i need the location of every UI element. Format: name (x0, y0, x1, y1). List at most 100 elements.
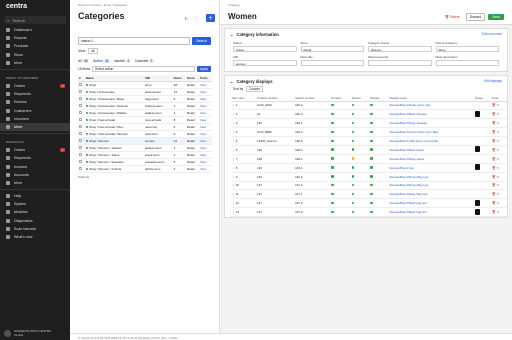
category-name[interactable]: Shop / Women / Jackets (84, 144, 145, 152)
display-name-link[interactable]: SweaterBrand Performance Gym Bag (388, 127, 474, 138)
edit-icon[interactable]: ✎ (497, 201, 500, 205)
sort-order[interactable]: ⋮ 8 (231, 163, 257, 173)
sidebar-item-scan-barcode[interactable]: Scan barcode (0, 225, 70, 233)
table-row[interactable]: Shop / Women / Jeans jeans-wom 4 Retail View (78, 151, 212, 159)
add-category-button[interactable]: + (206, 14, 215, 22)
table-row[interactable]: ⋮ 1 1013_1009 126-2 SweaterBrand Shade Viso… (231, 101, 507, 111)
edit-sort-order-link[interactable]: Edit sort order (482, 32, 502, 36)
category-name[interactable]: Shop / New arrivals / Men (84, 123, 145, 131)
edit-icon[interactable]: ✎ (497, 192, 500, 196)
search-input[interactable]: status:1 (78, 37, 191, 45)
edit-icon[interactable]: ✎ (497, 139, 500, 143)
table-row[interactable]: ⋮ 6 128 128-2 SweaterBrand Black jacket 🗑 ✎ (231, 145, 507, 155)
display-name-link[interactable]: SweaterBrand Brown Bag test (388, 181, 474, 191)
sidebar-item-products[interactable]: Products (0, 42, 70, 50)
category-name[interactable]: Shop / Accessories (84, 88, 145, 96)
delete-icon[interactable]: 🗑 (492, 112, 496, 116)
edit-icon[interactable]: ✎ (497, 148, 500, 152)
row-select[interactable] (78, 144, 85, 152)
sidebar-item-reports[interactable]: Reports (0, 34, 70, 42)
field-input[interactable] (435, 60, 499, 66)
sort-order[interactable]: ⋮ 4 (231, 127, 257, 138)
table-row[interactable]: Shop / Accessories accessories 14 Retail Vie… (78, 88, 212, 96)
sidebar-item-returns[interactable]: Returns (0, 98, 70, 106)
table-row[interactable]: ⋮ 4 1013_8989 126-4 SweaterBrand Performanc… (231, 127, 507, 138)
display-name-link[interactable]: SweaterBrand Cap (388, 163, 474, 173)
table-row[interactable]: ⋮ 2 10 126-3 SweaterBrand Black Sweater 🗑 ✎ (231, 109, 507, 120)
filter-tab-canceled[interactable]: Canceled 0 (135, 59, 154, 63)
display-name-link[interactable]: SweaterBrand Black jacket (388, 145, 474, 155)
sidebar-item-invoices[interactable]: Invoices (0, 162, 70, 170)
checkbox[interactable] (79, 146, 82, 149)
sort-order[interactable]: ⋮ 7 (231, 154, 257, 164)
edit-icon[interactable]: ✎ (497, 166, 500, 170)
sidebar-item-accounts[interactable]: Accounts (0, 171, 70, 179)
sidebar-item-shipments[interactable]: Shipments (0, 90, 70, 98)
checkbox[interactable] (79, 118, 82, 121)
sort-by-select[interactable]: Custom (246, 86, 264, 92)
delete-icon[interactable]: 🗑 (492, 139, 496, 143)
row-select[interactable] (78, 123, 85, 131)
sidebar-item-diagnostics[interactable]: Diagnostics (0, 217, 70, 225)
category-name[interactable]: Shop / Women / Jeans (84, 151, 145, 159)
view-link[interactable]: View (198, 102, 212, 110)
view-link[interactable]: View (198, 116, 212, 124)
sort-order[interactable]: ⋮ 5 (231, 136, 257, 146)
view-link[interactable]: View (198, 144, 212, 152)
table-row[interactable]: Shop / Women / T-shirts tshirts-wom 4 Retai… (78, 165, 212, 173)
sidebar-item-customers[interactable]: Customers (0, 107, 70, 115)
breadcrumb[interactable]: Direct to consumer / Setup / Categories (70, 0, 219, 10)
edit-icon[interactable]: ✎ (497, 210, 500, 214)
view-link[interactable]: View (198, 123, 212, 131)
table-row[interactable]: ⋮ 9 126 126-6 SweaterBrand Brown Bag test 🗑 … (231, 172, 507, 182)
sort-order[interactable]: ⋮ 9 (231, 172, 257, 182)
edit-icon[interactable]: ✎ (497, 112, 500, 116)
checkbox[interactable] (79, 83, 82, 86)
view-link[interactable]: View (198, 95, 212, 103)
sort-order[interactable]: ⋮ 1 (231, 101, 257, 111)
display-name-link[interactable]: SweaterBrand Black bag test (388, 198, 474, 209)
delete-icon[interactable]: 🗑 (492, 192, 496, 196)
delete-icon[interactable]: 🗑 (492, 157, 496, 161)
delete-icon[interactable]: 🗑 (492, 103, 496, 107)
category-name[interactable]: Shop / Accessories / Bags (84, 95, 145, 103)
checkbox[interactable] (79, 167, 82, 170)
delete-icon[interactable]: 🗑 (492, 166, 496, 170)
row-select[interactable] (78, 81, 85, 89)
filter-tab-inactive[interactable]: Inactive 4 (114, 59, 131, 63)
delete-icon[interactable]: 🗑 (492, 183, 496, 187)
delete-button[interactable]: 🗑 Delete (445, 15, 460, 19)
apply-button[interactable]: Apply (197, 66, 211, 72)
sidebar-item-orders[interactable]: Orders 1 (0, 146, 70, 154)
sidebar-item-dashboard[interactable]: Dashboard (0, 26, 70, 34)
table-row[interactable]: ⋮ 11 127 127-1 SweaterBrand Beige Bag test 🗑… (231, 189, 507, 200)
sidebar-item-orders[interactable]: Orders 2 (0, 82, 70, 90)
checkbox[interactable] (79, 125, 82, 128)
table-row[interactable]: Shop / Women women 14 Retail View (78, 137, 212, 145)
sidebar-item-vouchers[interactable]: Vouchers (0, 115, 70, 123)
edit-displays-link[interactable]: Edit displays (484, 79, 502, 83)
table-row[interactable]: Shop / Accessories / Wallets wallets-wom 4… (78, 109, 212, 117)
user-menu[interactable]: SIGNED IN WITH CENTRA Centra (4, 329, 51, 337)
discard-button[interactable]: Discard (465, 12, 486, 21)
view-link[interactable]: View (198, 151, 212, 159)
table-row[interactable]: ⋮ 8 133 133-1 SweaterBrand Cap 🗑 ✎ (231, 163, 507, 173)
sort-order[interactable]: ⋮ 12 (231, 198, 257, 209)
checkbox[interactable] (79, 160, 82, 163)
display-name-link[interactable]: SweaterBrand Hello there new bundle (388, 136, 474, 146)
view-link[interactable]: View (198, 88, 212, 96)
row-select[interactable] (78, 102, 85, 110)
display-name-link[interactable]: SweaterBrand Beige Sweater (388, 118, 474, 129)
table-row[interactable]: ⋮ 10 127 127-4 SweaterBrand Brown Bag test 🗑… (231, 181, 507, 191)
sidebar-item-more[interactable]: More (0, 179, 70, 187)
table-row[interactable]: ⋮ 5 12345_clean-in 126-5 SweaterBrand Hello… (231, 136, 507, 146)
sidebar-item-more[interactable]: More (0, 59, 70, 67)
edit-icon[interactable]: ✎ (497, 130, 500, 134)
save-button[interactable]: Save (488, 13, 504, 20)
bulk-action-select[interactable]: Select action (92, 66, 196, 72)
table-row[interactable]: Shop / New arrivals / Women new-wom 6 Retai… (78, 130, 212, 138)
checkbox[interactable] (79, 97, 82, 100)
view-link[interactable]: View (198, 130, 212, 138)
edit-icon[interactable]: ✎ (497, 183, 500, 187)
table-row[interactable]: Shop / New arrivals new-arrivals 8 Retail Vi… (78, 116, 212, 124)
